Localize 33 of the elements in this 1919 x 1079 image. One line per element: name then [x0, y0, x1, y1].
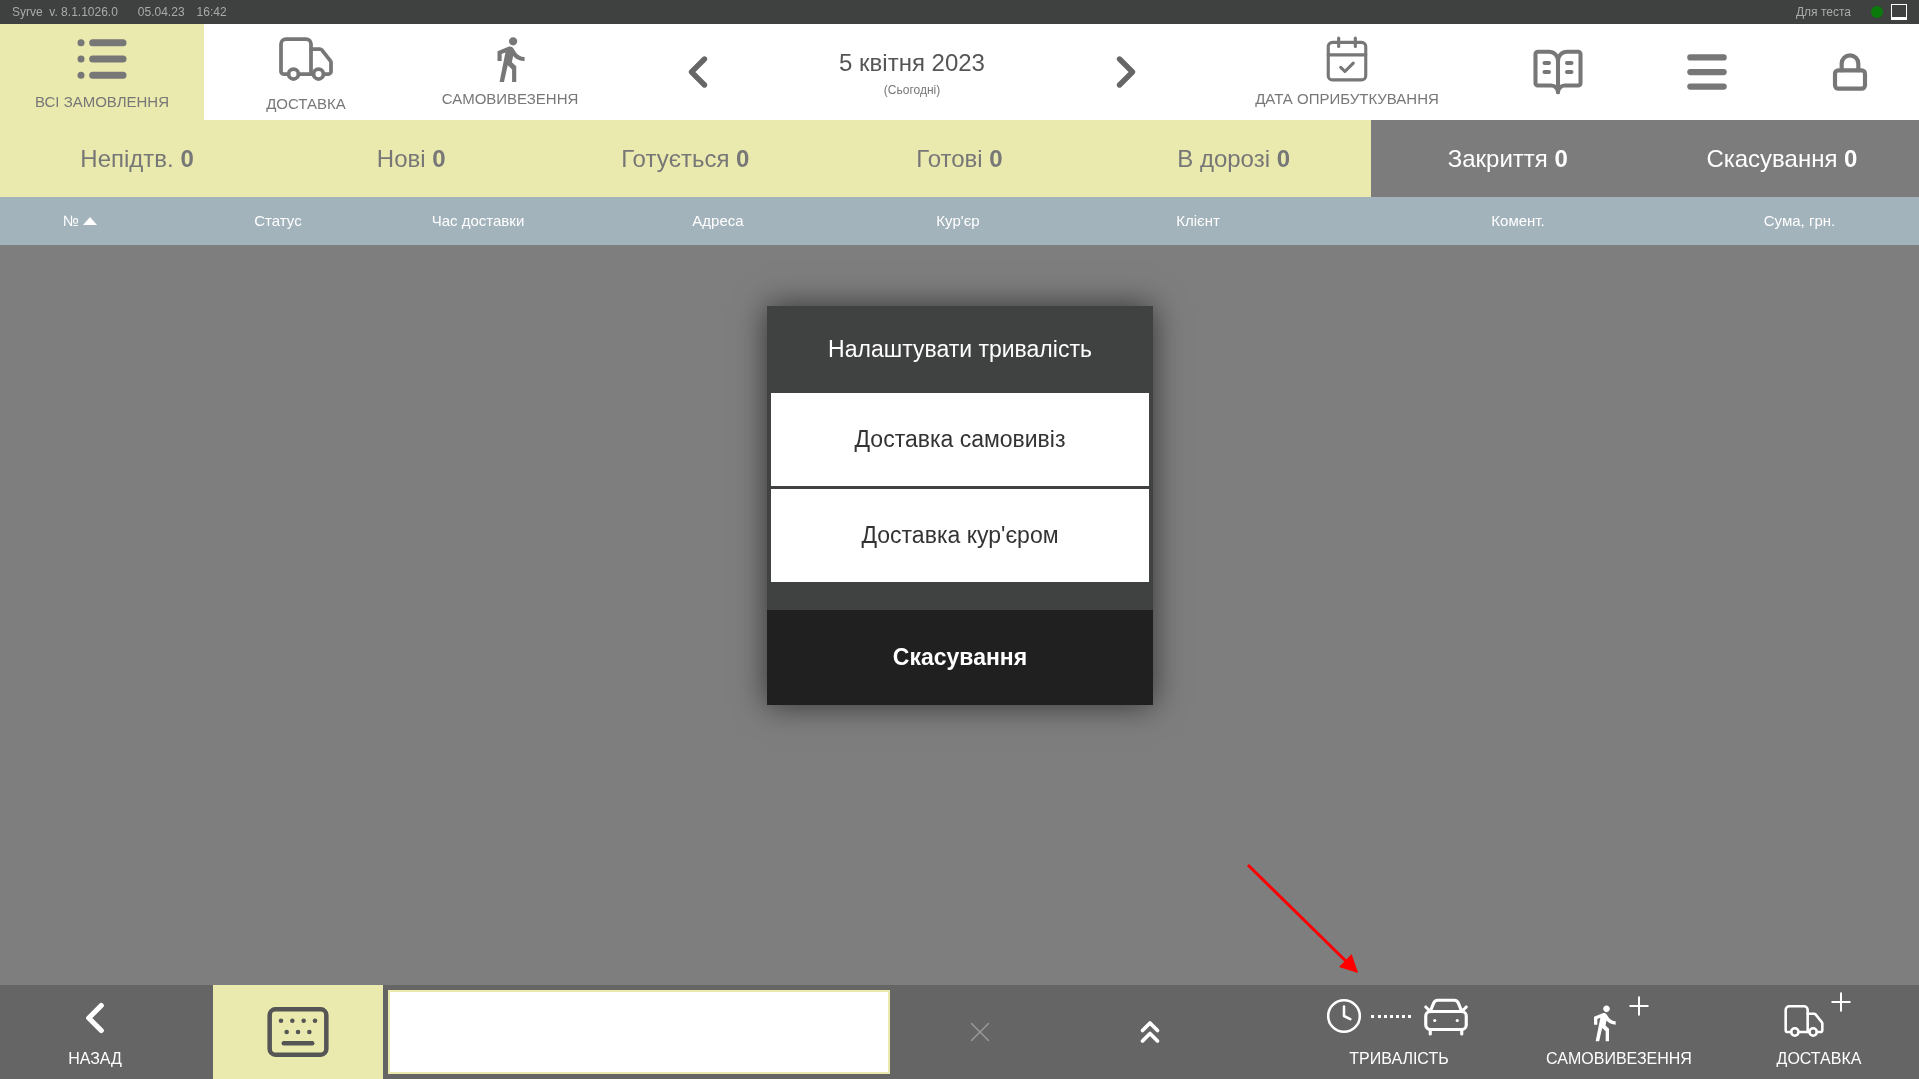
column-header[interactable]: Сума, грн.: [1680, 209, 1919, 233]
column-header[interactable]: Адреса: [560, 209, 876, 233]
column-header[interactable]: Кур'єр: [876, 209, 1040, 233]
column-header[interactable]: Комент.: [1356, 209, 1680, 233]
sort-ascending-icon: [83, 217, 98, 225]
column-header[interactable]: Час доставки: [396, 209, 560, 233]
search-field[interactable]: [388, 990, 890, 1074]
posting-date-button[interactable]: ДАТА ОПРИБУТКУВАННЯ: [1212, 24, 1482, 120]
action-button[interactable]: ТРИВАЛІСТЬ: [1279, 985, 1519, 1079]
column-header[interactable]: №: [0, 209, 160, 233]
status-filter-tab[interactable]: Непідтв. 0: [0, 120, 275, 197]
dialog-title: Налаштувати тривалість: [827, 335, 1093, 365]
nav-tab[interactable]: ВСІ ЗАМОВЛЕННЯ: [0, 24, 204, 120]
today-note: (Сьогодні): [883, 82, 941, 99]
window-icon[interactable]: [1891, 4, 1907, 20]
date-text: 05.04.23: [137, 4, 185, 21]
keyboard-toggle[interactable]: [213, 985, 383, 1079]
environment-text: Для теста: [1795, 4, 1851, 21]
action-button[interactable]: САМОВИВЕЗЕННЯ: [1519, 985, 1719, 1079]
action-button[interactable]: ДОСТАВКА: [1719, 985, 1919, 1079]
time-text: 16:42: [196, 4, 227, 21]
dialog-option-button[interactable]: Доставка самовивіз: [771, 393, 1149, 486]
status-filter-tab[interactable]: Готові 0: [822, 120, 1097, 197]
dialog-option-button[interactable]: Доставка кур'єром: [771, 489, 1149, 582]
status-filter-tab[interactable]: Готується 0: [548, 120, 823, 197]
date-text: 5 квітня 2023: [839, 48, 985, 78]
column-header[interactable]: Клієнт: [1040, 209, 1356, 233]
cancel-button[interactable]: Скасування: [767, 610, 1153, 705]
version-text: Syrve v. 8.1.1026.0: [12, 4, 118, 21]
column-header[interactable]: Статус: [160, 209, 396, 233]
status-filter-tab[interactable]: В дорозі 0: [1096, 120, 1371, 197]
status-filter-tab[interactable]: Нові 0: [274, 120, 549, 197]
back-button[interactable]: НАЗАД: [0, 985, 190, 1079]
